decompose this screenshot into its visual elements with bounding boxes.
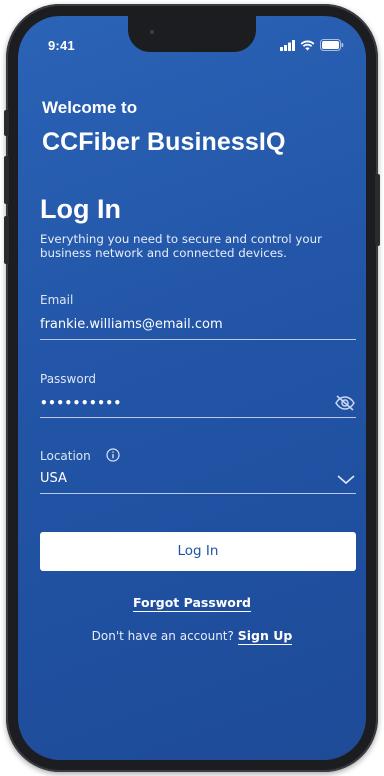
login-description: Everything you need to secure and contro… [40, 232, 322, 260]
password-label: Password [40, 372, 97, 386]
signup-row: Don't have an account? Sign Up [18, 628, 366, 645]
battery-icon [320, 39, 344, 51]
chevron-down-icon[interactable] [336, 472, 356, 486]
location-underline [40, 493, 356, 494]
email-underline [40, 339, 356, 340]
login-heading: Log In [40, 194, 121, 224]
location-label: Location [40, 449, 91, 463]
email-field[interactable]: frankie.williams@email.com [40, 317, 223, 332]
notch [128, 16, 256, 52]
signal-icon [280, 39, 295, 51]
welcome-text: Welcome to [42, 98, 138, 117]
status-icons [280, 38, 344, 52]
brand-title: CCFiber BusinessIQ [42, 128, 286, 156]
location-select[interactable]: USA [40, 471, 67, 486]
signup-prompt: Don't have an account? [91, 629, 234, 643]
password-underline [40, 417, 356, 418]
power-button [375, 174, 380, 246]
volume-up-button [4, 156, 9, 204]
wifi-icon [300, 40, 315, 50]
login-button[interactable]: Log In [40, 532, 356, 571]
info-icon[interactable] [106, 448, 120, 462]
eye-slash-icon[interactable] [334, 394, 356, 412]
forgot-password-row: Forgot Password [18, 592, 366, 612]
password-field[interactable]: •••••••••• [40, 396, 122, 410]
forgot-password-link[interactable]: Forgot Password [132, 595, 252, 612]
mute-switch [4, 110, 9, 136]
camera-icon [150, 30, 154, 34]
signup-link[interactable]: Sign Up [237, 628, 293, 645]
app-screen: 9:41 Welcome to CCFiber BusinessIQ Log I… [18, 16, 366, 760]
volume-down-button [4, 216, 9, 264]
status-time: 9:41 [48, 38, 75, 53]
email-label: Email [40, 293, 74, 307]
